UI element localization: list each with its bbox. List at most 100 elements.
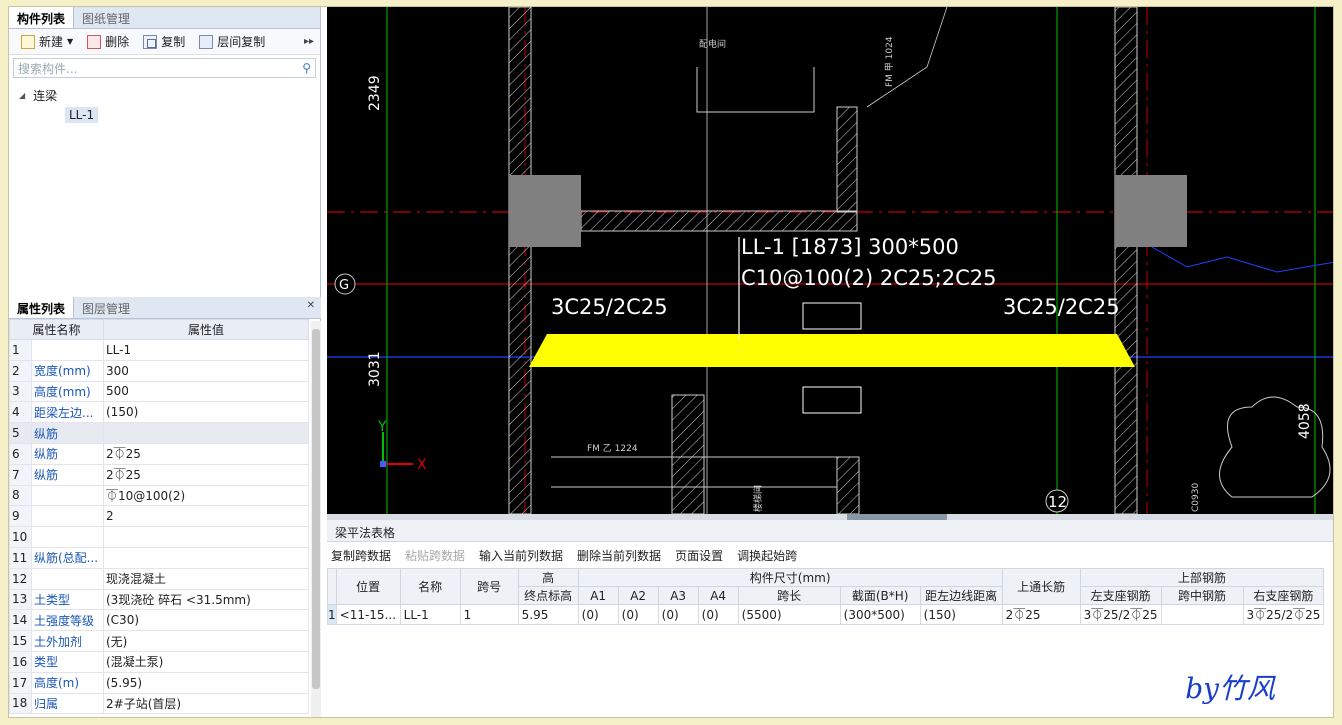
property-value[interactable]: 500 (103, 380, 309, 403)
property-value[interactable]: (混凝土泵) (103, 650, 309, 673)
floor-copy-label: 层间复制 (217, 35, 266, 49)
close-icon[interactable]: ✕ (307, 300, 315, 311)
cell-a1[interactable]: (0) (577, 604, 619, 625)
property-row[interactable]: 16 类型 (混凝土泵) (9, 650, 309, 673)
search-input[interactable]: 搜索构件... ⚲ (13, 58, 316, 78)
property-row[interactable]: 1 LL-1 (9, 339, 309, 361)
search-icon[interactable]: ⚲ (302, 61, 311, 75)
cell-left-offset[interactable]: (150) (919, 604, 1003, 625)
property-value[interactable]: 2⏁25 (103, 442, 309, 465)
tree-node-ll1[interactable]: LL-1 (65, 107, 99, 123)
cad-drawing: LL-1 [1873] 300*500 C10@100(2) 2C25;2C25… (327, 7, 1333, 514)
property-row[interactable]: 7 纵筋 2⏁25 (9, 463, 309, 486)
floor-copy-button[interactable]: 层间复制 (193, 31, 271, 52)
property-row[interactable]: 18 归属 2#子站(首层) (9, 692, 309, 715)
property-value[interactable]: LL-1 (103, 339, 309, 361)
property-value[interactable] (103, 526, 309, 548)
property-row[interactable]: 5 纵筋 (9, 422, 309, 444)
copy-span-button[interactable]: 复制跨数据 (331, 547, 391, 564)
property-value[interactable]: 2 (103, 505, 309, 528)
property-row[interactable]: 6 纵筋 2⏁25 (9, 442, 309, 465)
door-text-1: FM 甲 1024 (884, 36, 895, 87)
property-row[interactable]: 3 高度(mm) 500 (9, 380, 309, 403)
column-right[interactable] (1115, 175, 1187, 247)
copy-button[interactable]: 复制 (137, 31, 191, 52)
signature-watermark: by竹风 (1185, 672, 1275, 705)
cell-mid-span[interactable] (1160, 604, 1244, 625)
property-row[interactable]: 12 现浇混凝土 (9, 567, 309, 590)
scrollbar-thumb[interactable] (312, 329, 320, 689)
property-row[interactable]: 10 (9, 526, 309, 548)
table-row[interactable]: 1 <11-15... LL-1 1 5.95 (0) (0) (0) (0) … (327, 604, 1325, 625)
property-value[interactable]: (无) (103, 630, 309, 652)
property-row[interactable]: 4 距梁左边... (150) (9, 401, 309, 424)
tab-drawing-manage[interactable]: 图纸管理 (74, 7, 138, 28)
tab-component-list[interactable]: 构件列表 (9, 7, 75, 28)
property-row[interactable]: 2 宽度(mm) 300 (9, 359, 309, 382)
component-tabbar: 构件列表 图纸管理 (9, 7, 320, 29)
property-name: 纵筋 (31, 442, 104, 465)
property-value[interactable] (103, 546, 309, 569)
cell-left-support[interactable]: 3⏁25/2⏁25 (1079, 604, 1162, 625)
dropdown-arrow-icon[interactable]: ▼ (67, 37, 73, 46)
beam-ll1[interactable] (529, 334, 1135, 367)
property-row[interactable]: 14 土强度等级 (C30) (9, 609, 309, 632)
tab-property-list[interactable]: 属性列表 (9, 297, 75, 318)
property-scrollbar[interactable] (311, 321, 321, 717)
property-row[interactable]: 15 土外加剂 (无) (9, 630, 309, 652)
cell-a3[interactable]: (0) (657, 604, 699, 625)
cell-a2[interactable]: (0) (617, 604, 659, 625)
property-value[interactable]: 2⏁25 (103, 463, 309, 486)
floor-copy-icon (199, 34, 214, 49)
prop-header-value: 属性值 (103, 319, 309, 340)
cad-canvas[interactable]: LL-1 [1873] 300*500 C10@100(2) 2C25;2C25… (327, 7, 1333, 514)
property-value[interactable] (103, 422, 309, 444)
wall-left (508, 7, 532, 514)
property-index: 11 (9, 546, 32, 569)
cell-a4[interactable]: (0) (697, 604, 739, 625)
search-placeholder: 搜索构件... (18, 61, 78, 76)
property-row[interactable]: 8 ⏁10@100(2) (9, 484, 309, 507)
new-button[interactable]: 新建 ▼ (15, 31, 79, 52)
property-index: 9 (9, 505, 32, 528)
property-value[interactable]: 300 (103, 359, 309, 382)
cell-section[interactable]: (300*500) (839, 604, 921, 625)
col-left-support: 左支座钢筋 (1079, 586, 1162, 605)
cell-name[interactable]: LL-1 (399, 604, 461, 625)
property-value[interactable]: (5.95) (103, 671, 309, 694)
property-row[interactable]: 17 高度(m) (5.95) (9, 671, 309, 694)
property-value[interactable]: 现浇混凝土 (103, 567, 309, 590)
swap-start-span-button[interactable]: 调换起始跨 (737, 547, 797, 564)
cell-span-length[interactable]: (5500) (737, 604, 841, 625)
property-name: 土类型 (31, 588, 104, 611)
wall-horizontal (580, 210, 858, 232)
property-row[interactable]: 11 纵筋(总配... (9, 546, 309, 569)
cell-end-elev[interactable]: 5.95 (517, 604, 579, 625)
property-value[interactable]: 2#子站(首层) (103, 692, 309, 715)
property-value[interactable]: (150) (103, 401, 309, 424)
cell-right-support[interactable]: 3⏁25/2⏁25 (1242, 604, 1325, 625)
delete-column-button[interactable]: 删除当前列数据 (577, 547, 661, 564)
column-left[interactable] (509, 175, 581, 247)
expand-icon[interactable]: ◢ (19, 91, 25, 100)
property-index: 6 (9, 442, 32, 465)
property-value[interactable]: ⏁10@100(2) (103, 484, 309, 507)
delete-button[interactable]: 删除 (81, 31, 135, 52)
tab-layer-manage[interactable]: 图层管理 (74, 297, 138, 318)
cell-span-no[interactable]: 1 (459, 604, 519, 625)
col-top-through: 上通长筋 (1001, 568, 1081, 605)
page-setup-button[interactable]: 页面设置 (675, 547, 723, 564)
property-name (31, 567, 104, 590)
property-row[interactable]: 92 (9, 505, 309, 528)
more-icon[interactable]: ▸▸ (304, 36, 320, 47)
property-index: 17 (9, 671, 32, 694)
cell-position[interactable]: <11-15... (335, 604, 401, 625)
property-value[interactable]: (3现浇砼 碎石 <31.5mm) (103, 588, 309, 611)
tree-node-root[interactable]: ◢ 连梁 (19, 85, 310, 105)
room-outline (696, 67, 815, 113)
property-row[interactable]: 13 土类型 (3现浇砼 碎石 <31.5mm) (9, 588, 309, 611)
property-value[interactable]: (C30) (103, 609, 309, 632)
input-column-button[interactable]: 输入当前列数据 (479, 547, 563, 564)
paste-span-button[interactable]: 粘贴跨数据 (405, 547, 465, 564)
cell-top-through[interactable]: 2⏁25 (1001, 604, 1081, 625)
